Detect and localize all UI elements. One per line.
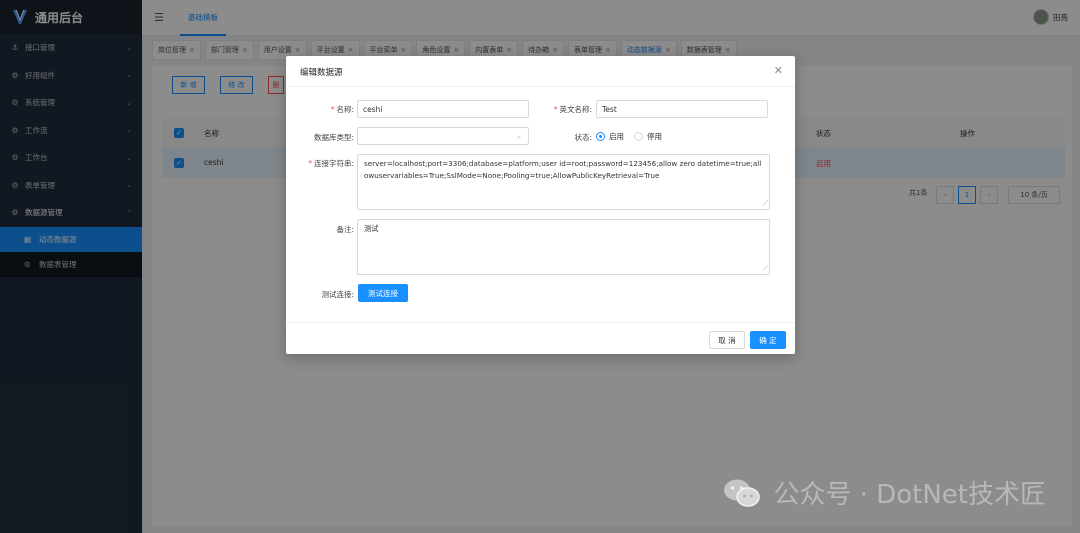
edit-datasource-dialog: 编辑数据源 ✕ * 名称: ceshi * 英文名称: Test 数据库类型: ⌄ … — [286, 56, 795, 354]
conn-string-label-text: 连接字符串: — [313, 159, 354, 168]
db-type-label: 数据库类型: — [313, 133, 354, 142]
test-connection-label: 测试连接: — [321, 290, 354, 299]
english-name-label-text: 英文名称: — [559, 105, 592, 114]
resize-handle-icon[interactable]: ⟋ — [763, 262, 768, 274]
close-icon[interactable]: ✕ — [774, 64, 783, 77]
confirm-button[interactable]: 确 定 — [750, 331, 786, 349]
name-label-text: 名称: — [336, 105, 354, 114]
test-connection-button[interactable]: 测试连接 — [358, 284, 408, 302]
resize-handle-icon[interactable]: ⟋ — [763, 197, 768, 209]
remark-label: 备注: — [336, 225, 354, 234]
radio-label: 停用 — [647, 132, 662, 141]
db-type-select[interactable]: ⌄ — [357, 127, 529, 145]
name-label: * 名称: — [330, 105, 354, 114]
conn-string-label: * 连接字符串: — [308, 159, 354, 168]
conn-string-textarea[interactable]: server=localhost;port=3306;database=plat… — [357, 154, 770, 210]
status-label: 状态: — [574, 133, 592, 142]
cancel-button[interactable]: 取 消 — [709, 331, 745, 349]
name-value: ceshi — [363, 104, 383, 114]
remark-value: 测试 — [364, 224, 379, 233]
radio-checked-icon — [596, 132, 605, 141]
radio-label: 启用 — [609, 132, 624, 141]
name-field[interactable]: ceshi — [357, 100, 529, 118]
radio-unchecked-icon — [634, 132, 643, 141]
watermark-text: 公众号 · DotNet技术匠 — [773, 480, 1046, 510]
watermark: 公众号 · DotNet技术匠 — [723, 474, 1046, 511]
english-name-field[interactable]: Test — [596, 100, 768, 118]
dialog-title: 编辑数据源 — [300, 68, 343, 78]
status-radio-enabled[interactable]: 启用 — [596, 131, 624, 142]
dialog-footer: 取 消 确 定 — [286, 322, 795, 354]
english-name-label: * 英文名称: — [553, 105, 592, 114]
dialog-header: 编辑数据源 ✕ — [286, 56, 795, 87]
conn-string-value: server=localhost;port=3306;database=plat… — [364, 159, 762, 180]
wechat-icon — [724, 479, 761, 507]
english-name-value: Test — [602, 104, 617, 114]
chevron-down-icon: ⌄ — [516, 132, 522, 140]
status-radio-disabled[interactable]: 停用 — [634, 131, 662, 142]
remark-textarea[interactable]: 测试 ⟋ — [357, 219, 770, 275]
